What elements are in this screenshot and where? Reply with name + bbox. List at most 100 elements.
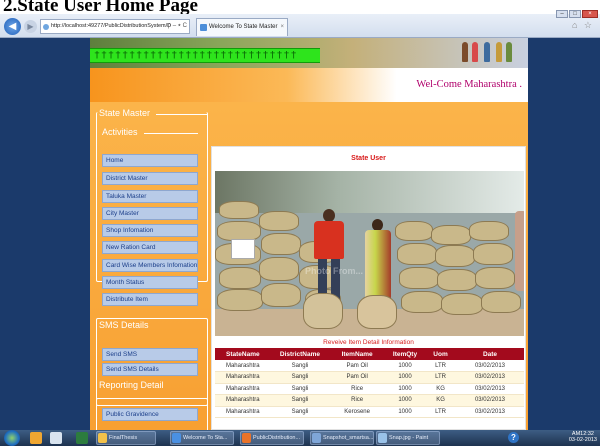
help-icon[interactable]: ? [508, 432, 519, 443]
sidebar: State Master Activities Home District Ma… [96, 108, 208, 430]
col-uom[interactable]: Uom [425, 348, 456, 360]
cell-date: 03/02/2013 [455, 383, 524, 395]
table-caption: Reveive Item Detail Information [323, 339, 414, 346]
cell-itemname: Kerosene [329, 406, 385, 418]
back-button[interactable]: ◀ [4, 18, 21, 35]
tab-close-icon[interactable]: × [280, 19, 284, 36]
cell-districtname: Sangli [270, 406, 330, 418]
taskbar-label: Welcome To Sta... [183, 435, 228, 441]
explorer-icon[interactable] [30, 432, 42, 444]
sidebar-item-send-sms[interactable]: Send SMS [102, 348, 198, 361]
warehouse-photo: Photo From... [215, 171, 524, 336]
start-button[interactable] [4, 430, 20, 446]
table-row: Maharashtra Sangli Rice 1000 KG 03/02/20… [215, 394, 524, 407]
welcome-bar: Wel-Come Maharashtra . [90, 68, 528, 102]
cell-uom: KG [425, 383, 456, 395]
forward-button[interactable]: ▶ [24, 20, 37, 33]
cell-districtname: Sangli [270, 394, 330, 407]
taskbar-label: Snap.jpg - Paint [389, 435, 429, 441]
header-banner: ††††††††††††††††††††††††††††† [90, 38, 528, 68]
tab-welcome[interactable]: Welcome To State Master × [196, 18, 288, 36]
table-header-row: StateName DistrictName ItemName ItemQty … [215, 348, 524, 360]
browser-toolbar: ◀ ▶ http://localhost:49277/PublicDistrib… [0, 14, 600, 38]
taskbar-item-finalthesis[interactable]: FinalThesis [96, 431, 156, 445]
sidebar-item-send-sms-details[interactable]: Send SMS Details [102, 363, 198, 376]
cell-date: 03/02/2013 [455, 360, 524, 372]
cell-itemqty: 1000 [384, 383, 426, 395]
cell-uom: KG [425, 394, 456, 407]
system-clock[interactable]: AM12:32 03-02-2013 [569, 431, 597, 443]
address-text: http://localhost:49277/PublicDistributio… [51, 23, 172, 29]
sidebar-item-distribute-item[interactable]: Distribute Item [102, 293, 198, 306]
media-player-icon[interactable] [50, 432, 62, 444]
cell-uom: LTR [425, 360, 456, 372]
window-controls: – □ × [556, 10, 598, 18]
taskbar-item-visual-studio[interactable]: PublicDistribution... [240, 431, 304, 445]
cell-statename: Maharashtra [215, 406, 271, 418]
cell-itemqty: 1000 [384, 360, 426, 372]
taskbar-item-paint[interactable]: Snap.jpg - Paint [376, 431, 440, 445]
sidebar-item-district-master[interactable]: District Master [102, 172, 198, 185]
home-star-icons[interactable]: ⌂ ☆ [572, 20, 594, 31]
minimize-icon[interactable]: – [556, 10, 568, 18]
taskbar-item-browser[interactable]: Welcome To Sta... [170, 431, 234, 445]
page-viewport: ††††††††††††††††††††††††††††† Wel-Come M… [0, 38, 600, 430]
cell-itemname: Rice [329, 394, 385, 407]
panel-title: State User [351, 155, 386, 162]
photo-sky [215, 171, 524, 213]
address-tools[interactable]: ρ – ⭑ C [168, 20, 187, 33]
sidebar-item-city-master[interactable]: City Master [102, 207, 198, 220]
cell-date: 03/02/2013 [455, 406, 524, 418]
cell-itemqty: 1000 [384, 394, 426, 407]
welcome-text: Wel-Come Maharashtra . [416, 79, 522, 90]
cell-date: 03/02/2013 [455, 371, 524, 384]
strip-pattern: ††††††††††††††††††††††††††††† [94, 50, 298, 61]
table-row: Maharashtra Sangli Kerosene 1000 LTR 03/… [215, 406, 524, 418]
windows-taskbar: FinalThesis Welcome To Sta... PublicDist… [0, 430, 600, 446]
sidebar-item-new-ration-card[interactable]: New Ration Card [102, 241, 198, 254]
receive-items-table: StateName DistrictName ItemName ItemQty … [215, 348, 524, 418]
activities-title: Activities [102, 127, 138, 137]
close-window-icon[interactable]: × [582, 10, 598, 18]
sidebar-item-shop-information[interactable]: Shop Infomation [102, 224, 198, 237]
col-districtname[interactable]: DistrictName [270, 348, 330, 360]
banner-figures [456, 38, 516, 66]
maximize-icon[interactable]: □ [569, 10, 581, 18]
cell-statename: Maharashtra [215, 383, 271, 395]
address-bar[interactable]: http://localhost:49277/PublicDistributio… [40, 19, 190, 34]
cell-districtname: Sangli [270, 383, 330, 395]
col-date[interactable]: Date [455, 348, 524, 360]
cell-statename: Maharashtra [215, 360, 271, 372]
cell-itemname: Pam Oil [329, 360, 385, 372]
taskbar-item-snapshot[interactable]: Snapshot_smartsa... [310, 431, 374, 445]
site-container: ††††††††††††††††††††††††††††† Wel-Come M… [90, 38, 528, 430]
cell-districtname: Sangli [270, 360, 330, 372]
taskbar-label: FinalThesis [109, 435, 138, 441]
table-row: Maharashtra Sangli Pam Oil 1000 LTR 03/0… [215, 360, 524, 372]
col-statename[interactable]: StateName [215, 348, 271, 360]
sidebar-item-home[interactable]: Home [102, 154, 198, 167]
col-itemqty[interactable]: ItemQty [384, 348, 426, 360]
cell-statename: Maharashtra [215, 394, 271, 407]
col-itemname[interactable]: ItemName [329, 348, 385, 360]
table-row: Maharashtra Sangli Pam Oil 1000 LTR 03/0… [215, 371, 524, 384]
page-icon [43, 24, 49, 30]
sidebar-item-card-wise-members[interactable]: Card Wise Members Infomation [102, 259, 198, 272]
photo-watermark: Photo From... [305, 266, 363, 276]
screenshot-root: { "heading": "2.State User Home Page", "… [0, 0, 600, 446]
cell-statename: Maharashtra [215, 371, 271, 384]
sms-panel [96, 318, 208, 406]
table-row: Maharashtra Sangli Rice 1000 KG 03/02/20… [215, 383, 524, 395]
clock-date: 03-02-2013 [568, 437, 597, 443]
decorative-strip: ††††††††††††††††††††††††††††† [90, 48, 320, 63]
cell-itemname: Rice [329, 383, 385, 395]
cell-itemqty: 1000 [384, 371, 426, 384]
cell-itemqty: 1000 [384, 406, 426, 418]
taskbar-label: PublicDistribution... [253, 435, 301, 441]
sidebar-item-taluka-master[interactable]: Taluka Master [102, 190, 198, 203]
sidebar-item-public-gravidence[interactable]: Public Gravidence [102, 408, 198, 421]
excel-icon[interactable] [76, 432, 88, 444]
taskbar-label: Snapshot_smartsa... [323, 435, 374, 441]
cell-uom: LTR [425, 371, 456, 384]
sidebar-item-month-status[interactable]: Month Status [102, 276, 198, 289]
